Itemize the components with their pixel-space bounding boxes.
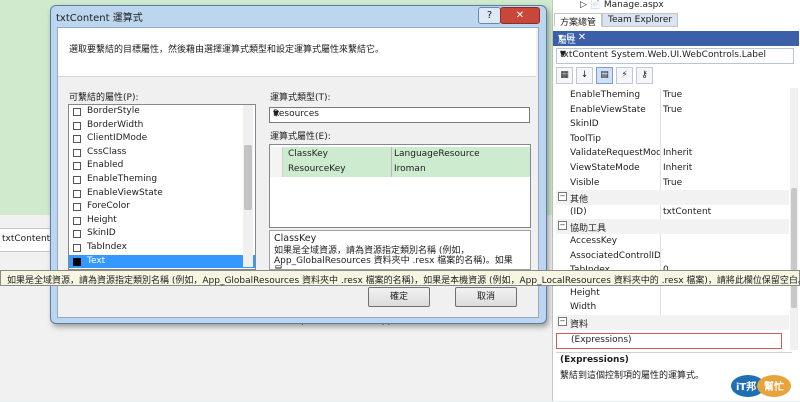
help-title: ClassKey [274, 233, 317, 244]
scroll-thumb[interactable] [244, 145, 252, 210]
property-row[interactable]: AssociatedControlID [556, 248, 789, 264]
property-row[interactable]: (ID) txtContent [556, 204, 789, 220]
list-item[interactable]: Height [69, 214, 255, 228]
property-icon [73, 203, 81, 212]
list-item[interactable]: BorderStyle [69, 105, 255, 119]
cancel-button[interactable]: 取消 [455, 287, 517, 307]
list-scrollbar[interactable] [243, 105, 253, 267]
logo-text-1: iT邦 [736, 380, 756, 393]
property-row[interactable]: EnableTheming True [556, 88, 789, 103]
category-data[interactable]: − 資料 [556, 314, 789, 330]
tab-solution-explorer[interactable]: 方案總管 [554, 13, 603, 28]
property-row[interactable]: EnableViewState True [556, 102, 789, 118]
list-item[interactable]: SkinID [69, 227, 255, 241]
expression-properties-label: 運算式屬性(E): [270, 132, 331, 142]
list-item[interactable]: EnableViewState [69, 187, 255, 201]
property-row[interactable]: ViewStateMode Inherit [556, 160, 789, 176]
list-item[interactable]: Enabled [69, 159, 255, 173]
expression-type-select[interactable]: Resources ▼ [269, 107, 530, 123]
bindable-properties-list[interactable]: BorderStyle BorderWidth ClientIDMode Css… [68, 104, 256, 270]
category-accessibility[interactable]: − 協助工具 [556, 219, 789, 234]
property-icon [73, 216, 81, 225]
property-icon [73, 189, 81, 198]
object-selector[interactable]: txtContent System.Web.UI.WebControls.Lab… [556, 48, 794, 64]
logo-text-2: 幫忙 [764, 380, 784, 393]
alphabetical-icon[interactable]: ↓ [576, 67, 593, 84]
expressions-property-row[interactable]: (Expressions) [556, 333, 782, 349]
collapse-icon[interactable]: − [558, 192, 567, 202]
list-item[interactable]: ClientIDMode [69, 132, 255, 146]
properties-titlebar: 屬性 ▾ ⊡ ✕ [553, 31, 799, 46]
property-row[interactable]: AccessKey [556, 233, 789, 249]
bound-property-icon [73, 257, 81, 266]
close-button[interactable]: ✕ [500, 7, 540, 24]
collapse-icon[interactable]: − [558, 316, 567, 326]
property-row[interactable]: SkinID [556, 117, 789, 132]
window-controls[interactable]: ▾ ⊡ ✕ [558, 32, 793, 43]
expression-property-row[interactable]: ClassKey LanguageResource [270, 147, 530, 162]
property-row[interactable]: ToolTip [556, 131, 789, 147]
dialog-intro-text: 選取要繫結的目標屬性，然後藉由選擇運算式類型和設定運算式屬性來繫結它。 [69, 45, 385, 55]
categorized-icon[interactable]: ▦ [556, 67, 573, 84]
property-pages-icon[interactable]: ⚷ [636, 67, 653, 84]
property-row[interactable]: Width [556, 300, 789, 315]
help-button[interactable]: ? [478, 7, 501, 24]
expression-properties-grid[interactable]: ClassKey LanguageResource ResourceKey Irom… [269, 144, 531, 228]
solution-file-item[interactable]: ▷ 📄 Manage.aspx [580, 0, 664, 10]
property-icon [73, 230, 81, 239]
collapse-icon[interactable]: − [558, 221, 567, 231]
events-icon[interactable]: ⚡ [616, 67, 633, 84]
property-icon [73, 175, 81, 184]
property-grid: EnableTheming True EnableViewState True Sk… [556, 88, 789, 330]
bindable-properties-label: 可繫結的屬性(P): [69, 93, 139, 103]
property-icon [73, 148, 81, 157]
ithome-logo: iT邦 幫忙 [728, 372, 796, 399]
properties-toolbar: ▦ ↓ ▤ ⚡ ⚷ [556, 67, 653, 84]
expression-help-panel: ClassKey 如果是全域資源，請為資源指定類別名稱 (例如，App_Glob… [269, 230, 531, 270]
description-text: 繫結到這個控制項的屬性的運算式。 [560, 371, 705, 381]
properties-icon[interactable]: ▤ [596, 67, 613, 84]
list-item[interactable]: TabIndex [69, 241, 255, 255]
property-icon [73, 162, 81, 171]
list-item[interactable]: BorderWidth [69, 119, 255, 133]
expression-property-row[interactable]: ResourceKey Iroman [270, 162, 530, 177]
list-item[interactable]: CssClass [69, 146, 255, 160]
list-item[interactable]: ForeColor [69, 200, 255, 214]
description-title: (Expressions) [560, 355, 629, 365]
property-icon [73, 121, 81, 130]
property-row[interactable]: Visible True [556, 175, 789, 191]
tooltip: 如果是全域資源，請為資源指定類別名稱 (例如，App_GlobalResourc… [0, 270, 800, 286]
scroll-thumb[interactable] [791, 188, 797, 308]
solution-tabs: 方案總管 Team Explorer [554, 13, 679, 28]
chevron-down-icon: ▼ [560, 49, 567, 58]
property-icon [73, 135, 81, 144]
chevron-down-icon: ▼ [273, 109, 280, 118]
tab-team-explorer[interactable]: Team Explorer [602, 13, 679, 27]
expression-type-label: 運算式類型(T): [270, 93, 331, 103]
property-row[interactable]: ValidateRequestMode Inherit [556, 146, 789, 161]
list-item-selected[interactable]: Text [69, 254, 255, 269]
category-other[interactable]: − 其他 [556, 190, 789, 205]
property-icon [73, 108, 81, 116]
editor-breadcrumb[interactable]: txtContent> [0, 228, 58, 252]
list-item[interactable]: EnableTheming [69, 173, 255, 187]
breadcrumb-text: txtContent> [2, 234, 58, 244]
dialog-title: txtContent 運算式 [56, 13, 143, 24]
ok-button[interactable]: 確定 [368, 287, 430, 307]
property-row[interactable]: Height [556, 285, 789, 301]
property-icon [73, 243, 81, 252]
help-text: 如果是全域資源，請為資源指定類別名稱 (例如，App_GlobalResourc… [274, 246, 513, 269]
properties-scrollbar[interactable] [790, 88, 798, 350]
